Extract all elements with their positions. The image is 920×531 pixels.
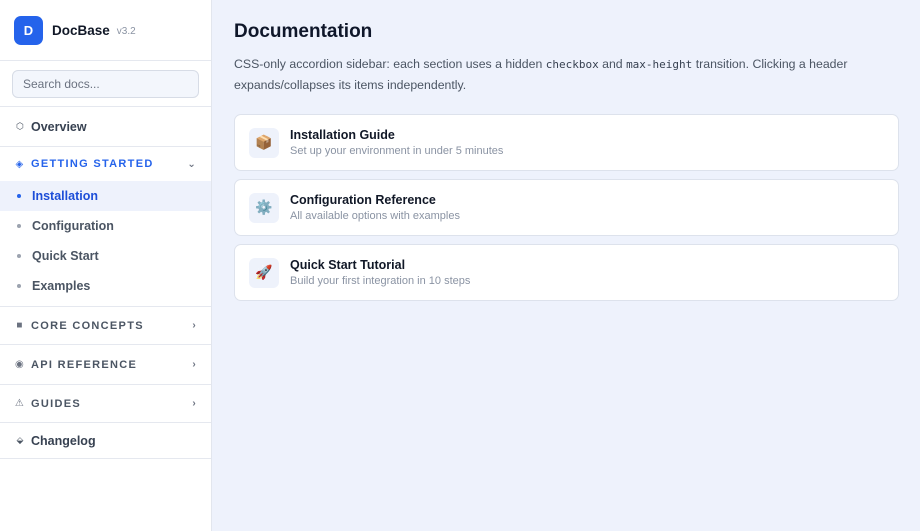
version-label: v3.2 <box>116 25 136 37</box>
card-text: Installation Guide Set up your environme… <box>290 128 503 157</box>
sidebar-item-examples[interactable]: Examples <box>0 271 211 301</box>
section-getting-started: ◈ GETTING STARTED ⌄ Installation Configu… <box>0 147 211 307</box>
card-quick-start-tutorial[interactable]: 🚀 Quick Start Tutorial Build your first … <box>234 244 899 301</box>
nav-item-changelog[interactable]: ⬙ Changelog <box>0 423 211 459</box>
description-text: and <box>598 57 627 71</box>
sidebar-item-label: Examples <box>32 279 91 293</box>
sidebar-item-label: Installation <box>32 189 98 203</box>
search-input[interactable] <box>12 70 199 98</box>
code-checkbox: checkbox <box>545 58 599 71</box>
brand-header: D DocBase v3.2 <box>0 0 211 61</box>
main-content: Documentation CSS-only accordion sidebar… <box>212 0 920 531</box>
chevron-right-icon: › <box>192 398 197 409</box>
card-text: Configuration Reference All available op… <box>290 193 460 222</box>
sidebar-item-installation[interactable]: Installation <box>0 181 211 211</box>
nav-item-label: Changelog <box>31 433 96 448</box>
nav-item-overview[interactable]: ⬡ Overview <box>0 107 211 147</box>
card-subtitle: Set up your environment in under 5 minut… <box>290 145 504 157</box>
sidebar-item-label: Configuration <box>32 219 114 233</box>
search-container <box>0 61 211 107</box>
card-list: 📦 Installation Guide Set up your environ… <box>234 114 899 301</box>
card-subtitle: All available options with examples <box>290 210 460 222</box>
circle-dot-icon: ◉ <box>14 359 26 370</box>
page-description: CSS-only accordion sidebar: each section… <box>234 54 884 95</box>
page-title: Documentation <box>234 21 373 42</box>
bullet-icon <box>17 194 21 198</box>
section-label: GETTING STARTED <box>31 158 154 170</box>
description-text: CSS-only accordion sidebar: each section… <box>234 57 546 71</box>
card-subtitle: Build your first integration in 10 steps <box>290 275 471 287</box>
chevron-right-icon: › <box>192 320 197 331</box>
hexagon-outline-icon: ⬡ <box>16 121 24 131</box>
bullet-icon <box>17 254 21 258</box>
bullet-icon <box>17 284 21 288</box>
diamond-icon: ◈ <box>15 158 25 170</box>
sidebar: D DocBase v3.2 ⬡ Overview ◈ GETTING STAR… <box>0 0 212 531</box>
chevron-down-icon: ⌄ <box>187 158 197 170</box>
card-installation-guide[interactable]: 📦 Installation Guide Set up your environ… <box>234 114 899 171</box>
nav-item-label: Overview <box>31 119 87 134</box>
sidebar-item-configuration[interactable]: Configuration <box>0 211 211 241</box>
section-label: API REFERENCE <box>31 358 138 371</box>
small-diamond-icon: ⬙ <box>16 435 24 445</box>
card-title: Configuration Reference <box>290 193 436 207</box>
sidebar-item-label: Quick Start <box>32 249 99 263</box>
section-header-core-concepts[interactable]: ■ CORE CONCEPTS › <box>0 307 211 344</box>
section-header-getting-started[interactable]: ◈ GETTING STARTED ⌄ <box>0 147 211 181</box>
section-core-concepts: ■ CORE CONCEPTS › <box>0 307 211 345</box>
section-header-guides[interactable]: ⚠ GUIDES › <box>0 385 211 422</box>
section-label: CORE CONCEPTS <box>31 319 144 332</box>
rocket-icon: 🚀 <box>249 257 279 288</box>
section-api-reference: ◉ API REFERENCE › <box>0 345 211 385</box>
warning-triangle-icon: ⚠ <box>14 398 26 409</box>
bullet-icon <box>17 224 21 228</box>
section-label: GUIDES <box>31 397 81 410</box>
card-title: Quick Start Tutorial <box>290 258 406 272</box>
square-icon: ■ <box>16 320 24 331</box>
card-title: Installation Guide <box>290 128 395 142</box>
code-max-height: max-height <box>626 58 693 71</box>
package-icon: 📦 <box>249 127 279 158</box>
chevron-right-icon: › <box>192 359 197 370</box>
brand-name[interactable]: DocBase <box>52 23 110 38</box>
section-guides: ⚠ GUIDES › <box>0 385 211 423</box>
card-configuration-reference[interactable]: ⚙️ Configuration Reference All available… <box>234 179 899 236</box>
section-header-api-reference[interactable]: ◉ API REFERENCE › <box>0 345 211 384</box>
gear-icon: ⚙️ <box>249 192 279 223</box>
brand-logo[interactable]: D <box>14 15 43 45</box>
sidebar-item-quick-start[interactable]: Quick Start <box>0 241 211 271</box>
card-text: Quick Start Tutorial Build your first in… <box>290 258 470 287</box>
